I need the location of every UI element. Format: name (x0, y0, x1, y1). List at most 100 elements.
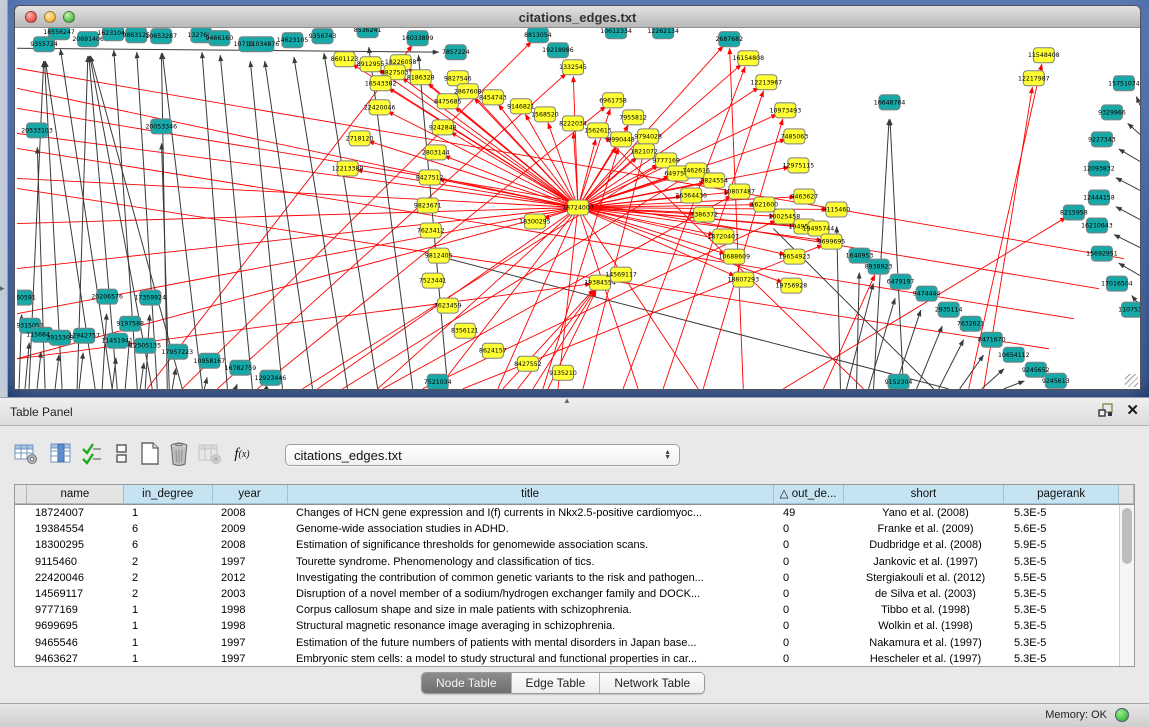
table-cell[interactable]: 18300295 (27, 537, 124, 553)
table-cell[interactable]: 0 (775, 618, 845, 634)
table-cell[interactable]: Corpus callosum shape and size in male p… (288, 602, 775, 618)
graph-node[interactable]: 8536241 (354, 28, 382, 38)
graph-node[interactable]: 7857224 (442, 45, 470, 60)
graph-node[interactable]: 16033809 (402, 31, 434, 46)
column-header-pagerank[interactable]: pagerank (1004, 485, 1119, 504)
graph-node[interactable]: 19654923 (779, 249, 811, 264)
table-cell[interactable]: 5.3E-5 (1006, 586, 1121, 602)
delete-table-icon[interactable] (165, 440, 193, 468)
graph-node[interactable]: 12444158 (1083, 190, 1115, 205)
table-cell[interactable]: 0 (775, 651, 845, 667)
column-header-short[interactable]: short (844, 485, 1005, 504)
graph-node[interactable]: 17359924 (134, 290, 166, 305)
graph-node[interactable]: 2935114 (935, 302, 963, 317)
graph-node[interactable]: 7523441 (419, 273, 447, 288)
graph-node[interactable]: 12217987 (1018, 71, 1050, 86)
graph-node[interactable]: 8427552 (514, 356, 542, 371)
table-cell[interactable]: 49 (775, 505, 845, 521)
graph-node[interactable]: 8222034 (559, 116, 587, 131)
table-cell[interactable]: Jankovic et al. (1997) (845, 554, 1006, 570)
graph-node[interactable]: 16648784 (874, 95, 906, 110)
table-settings-icon[interactable] (12, 440, 40, 468)
table-row[interactable]: 1938455462009Genome-wide association stu… (15, 521, 1134, 537)
tab-edge-table[interactable]: Edge Table (512, 673, 601, 693)
scrollbar-thumb[interactable] (1122, 508, 1132, 564)
panel-collapse-arrow-icon[interactable]: ▸ (0, 283, 5, 294)
table-cell[interactable]: 1 (124, 635, 213, 651)
table-cell[interactable]: de Silva et al. (2003) (845, 586, 1006, 602)
table-cell[interactable]: Dudbridge et al. (2008) (845, 537, 1006, 553)
column-header-name[interactable]: name (27, 485, 124, 504)
table-cell[interactable]: Embryonic stem cells: a model to study s… (288, 651, 775, 667)
table-cell[interactable]: 22420046 (27, 570, 124, 586)
graph-node[interactable]: 8475685 (434, 94, 462, 109)
table-cell[interactable]: 0 (775, 635, 845, 651)
table-cell[interactable]: Franke et al. (2009) (845, 521, 1006, 537)
table-cell[interactable]: 18724007 (27, 505, 124, 521)
table-cell[interactable]: 2003 (213, 586, 288, 602)
table-cell[interactable]: 0 (775, 521, 845, 537)
graph-node[interactable]: 10653287 (145, 29, 177, 44)
graph-node[interactable]: 8215958 (1060, 205, 1088, 220)
table-cell[interactable]: 5.3E-5 (1006, 602, 1121, 618)
graph-node[interactable]: 9812405 (425, 248, 453, 263)
graph-node[interactable]: 9135210 (549, 365, 577, 380)
graph-node[interactable]: 6479197 (887, 274, 915, 289)
table-cell[interactable]: Estimation of significance thresholds fo… (288, 537, 775, 553)
table-cell[interactable]: Investigating the contribution of common… (288, 570, 775, 586)
column-header-year[interactable]: year (213, 485, 288, 504)
graph-node[interactable]: 6961758 (599, 93, 627, 108)
graph-node[interactable]: 7386372 (690, 207, 718, 222)
graph-node[interactable]: 8938923 (865, 259, 893, 274)
graph-node[interactable]: 7623412 (417, 223, 445, 238)
table-cell[interactable]: Genome-wide association studies in ADHD. (288, 521, 775, 537)
table-cell[interactable]: 1997 (213, 635, 288, 651)
column-header-title[interactable]: title (288, 485, 774, 504)
table-cell[interactable]: 5.9E-5 (1006, 537, 1121, 553)
graph-node[interactable]: 8471670 (978, 332, 1006, 347)
graph-node[interactable]: 9463627 (791, 189, 819, 204)
memory-ok-indicator[interactable] (1115, 708, 1129, 722)
graph-node[interactable]: 12093832 (1083, 161, 1115, 176)
graph-node[interactable]: 16154808 (733, 51, 765, 66)
table-cell[interactable]: Disruption of a novel member of a sodium… (288, 586, 775, 602)
tab-network-table[interactable]: Network Table (600, 673, 704, 693)
graph-node[interactable]: 26364436 (675, 188, 707, 203)
table-cell[interactable]: 1 (124, 602, 213, 618)
table-cell[interactable]: 9465546 (27, 635, 124, 651)
table-cell[interactable]: 5.3E-5 (1006, 554, 1121, 570)
graph-node[interactable]: 9699695 (818, 234, 846, 249)
table-cell[interactable]: 14569117 (27, 586, 124, 602)
graph-node[interactable]: 20206576 (91, 289, 123, 304)
graph-node[interactable]: 7632621 (957, 316, 985, 331)
graph-node[interactable]: 7485063 (781, 129, 809, 144)
table-cell[interactable]: 2008 (213, 505, 288, 521)
network-window-titlebar[interactable]: citations_edges.txt (15, 6, 1140, 28)
table-cell[interactable]: Wolkin et al. (1998) (845, 618, 1006, 634)
graph-node[interactable]: 9824554 (700, 173, 728, 188)
graph-node[interactable]: 16210643 (1081, 218, 1113, 233)
graph-node[interactable]: 1332545 (559, 60, 587, 75)
table-cell[interactable]: 0 (775, 554, 845, 570)
vertical-scrollbar[interactable] (1119, 505, 1134, 666)
close-panel-icon[interactable]: ✕ (1126, 403, 1139, 418)
row-height-icon[interactable] (108, 440, 136, 468)
graph-node[interactable]: 1568520 (531, 107, 559, 122)
graph-node[interactable]: 1621600 (751, 197, 779, 212)
table-cell[interactable]: Tibbo et al. (1998) (845, 602, 1006, 618)
table-cell[interactable]: 1998 (213, 618, 288, 634)
table-cell[interactable]: 19384554 (27, 521, 124, 537)
graph-node[interactable]: 19756928 (776, 278, 808, 293)
table-cell[interactable]: 6 (124, 521, 213, 537)
column-header-in_degree[interactable]: in_degree (124, 485, 213, 504)
graph-node[interactable]: 8356121 (451, 323, 479, 338)
table-cell[interactable]: 9463627 (27, 651, 124, 667)
graph-node[interactable]: 8601123 (331, 52, 359, 67)
graph-node[interactable]: 9823671 (414, 198, 442, 213)
table-cell[interactable]: 5.3E-5 (1006, 651, 1121, 667)
table-cell[interactable]: 2012 (213, 570, 288, 586)
table-cell[interactable]: 0 (775, 570, 845, 586)
table-row[interactable]: 946362711997Embryonic stem cells: a mode… (15, 651, 1134, 667)
select-all-check-icon[interactable] (78, 440, 106, 468)
table-cell[interactable]: 9115460 (27, 554, 124, 570)
